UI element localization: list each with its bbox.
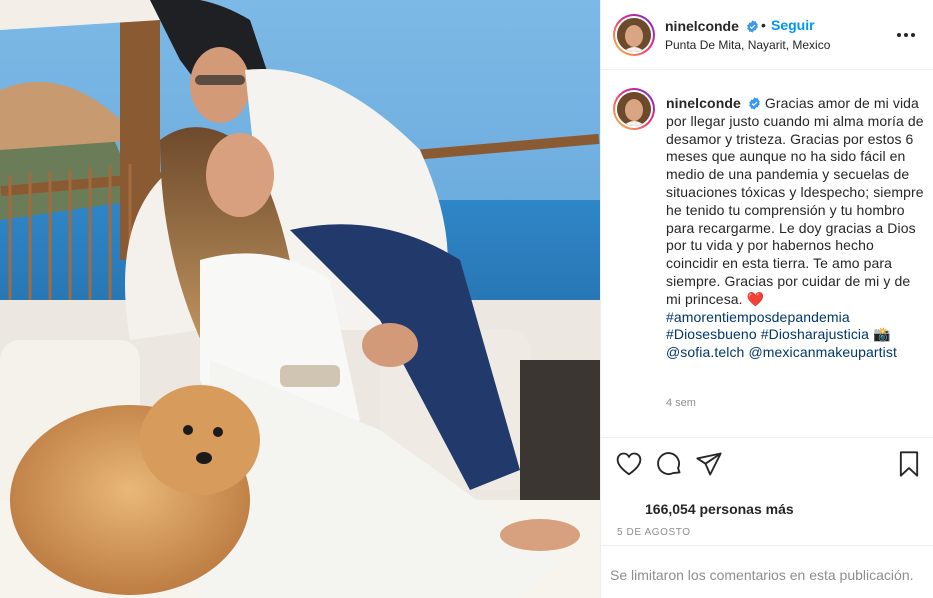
post-photo[interactable]: [0, 0, 600, 598]
post-caption: ninelconde Gracias amor de mi vida por l…: [601, 70, 933, 438]
separator-dot: •: [761, 17, 766, 33]
mention-link[interactable]: @sofia.telch: [666, 344, 744, 360]
header-username[interactable]: ninelconde: [665, 18, 759, 34]
username-text[interactable]: ninelconde: [665, 18, 739, 34]
caption-avatar[interactable]: [613, 88, 655, 130]
likes-count[interactable]: 166,054 personas más: [645, 501, 794, 517]
caption-text: ninelconde Gracias amor de mi vida por l…: [666, 95, 928, 362]
avatar-image: [617, 18, 651, 52]
heart-icon[interactable]: [615, 450, 643, 478]
action-bar: [601, 444, 933, 484]
verified-badge-icon: [746, 20, 758, 33]
heart-emoji: ❤️: [746, 290, 765, 307]
caption-timestamp[interactable]: 4 sem: [666, 397, 696, 409]
camera-emoji: 📸: [873, 326, 891, 343]
comment-icon[interactable]: [655, 450, 683, 478]
hashtag-link[interactable]: #amorentiemposdepandemia: [666, 309, 850, 325]
hashtag-link[interactable]: #Diosharajusticia: [761, 326, 869, 342]
comments-section: Se limitaron los comentarios en esta pub…: [601, 545, 933, 598]
verified-badge-icon: [749, 97, 760, 110]
photo-illustration: [0, 0, 600, 598]
bookmark-icon[interactable]: [895, 450, 923, 478]
avatar-border: [615, 16, 653, 54]
caption-username[interactable]: ninelconde: [666, 95, 741, 111]
avatar-portrait: [617, 92, 651, 126]
avatar-portrait: [617, 18, 651, 52]
post-location[interactable]: Punta De Mita, Nayarit, Mexico: [665, 38, 830, 52]
profile-avatar[interactable]: [613, 14, 655, 56]
post-date[interactable]: 5 DE AGOSTO: [617, 527, 691, 538]
mention-link[interactable]: @mexicanmakeupartist: [748, 344, 897, 360]
post-header: ninelconde • Seguir Punta De Mita, Nayar…: [601, 0, 933, 70]
post-details-panel: ninelconde • Seguir Punta De Mita, Nayar…: [600, 0, 933, 598]
comments-limited-notice: Se limitaron los comentarios en esta pub…: [610, 567, 914, 583]
hashtag-link[interactable]: #Diosesbueno: [666, 326, 757, 342]
more-options-icon[interactable]: [897, 26, 921, 42]
caption-body: Gracias amor de mi vida por llegar justo…: [666, 95, 924, 307]
avatar-border: [615, 90, 653, 128]
follow-button[interactable]: Seguir: [771, 17, 815, 33]
avatar-image: [617, 92, 651, 126]
paper-plane-icon[interactable]: [695, 450, 723, 478]
